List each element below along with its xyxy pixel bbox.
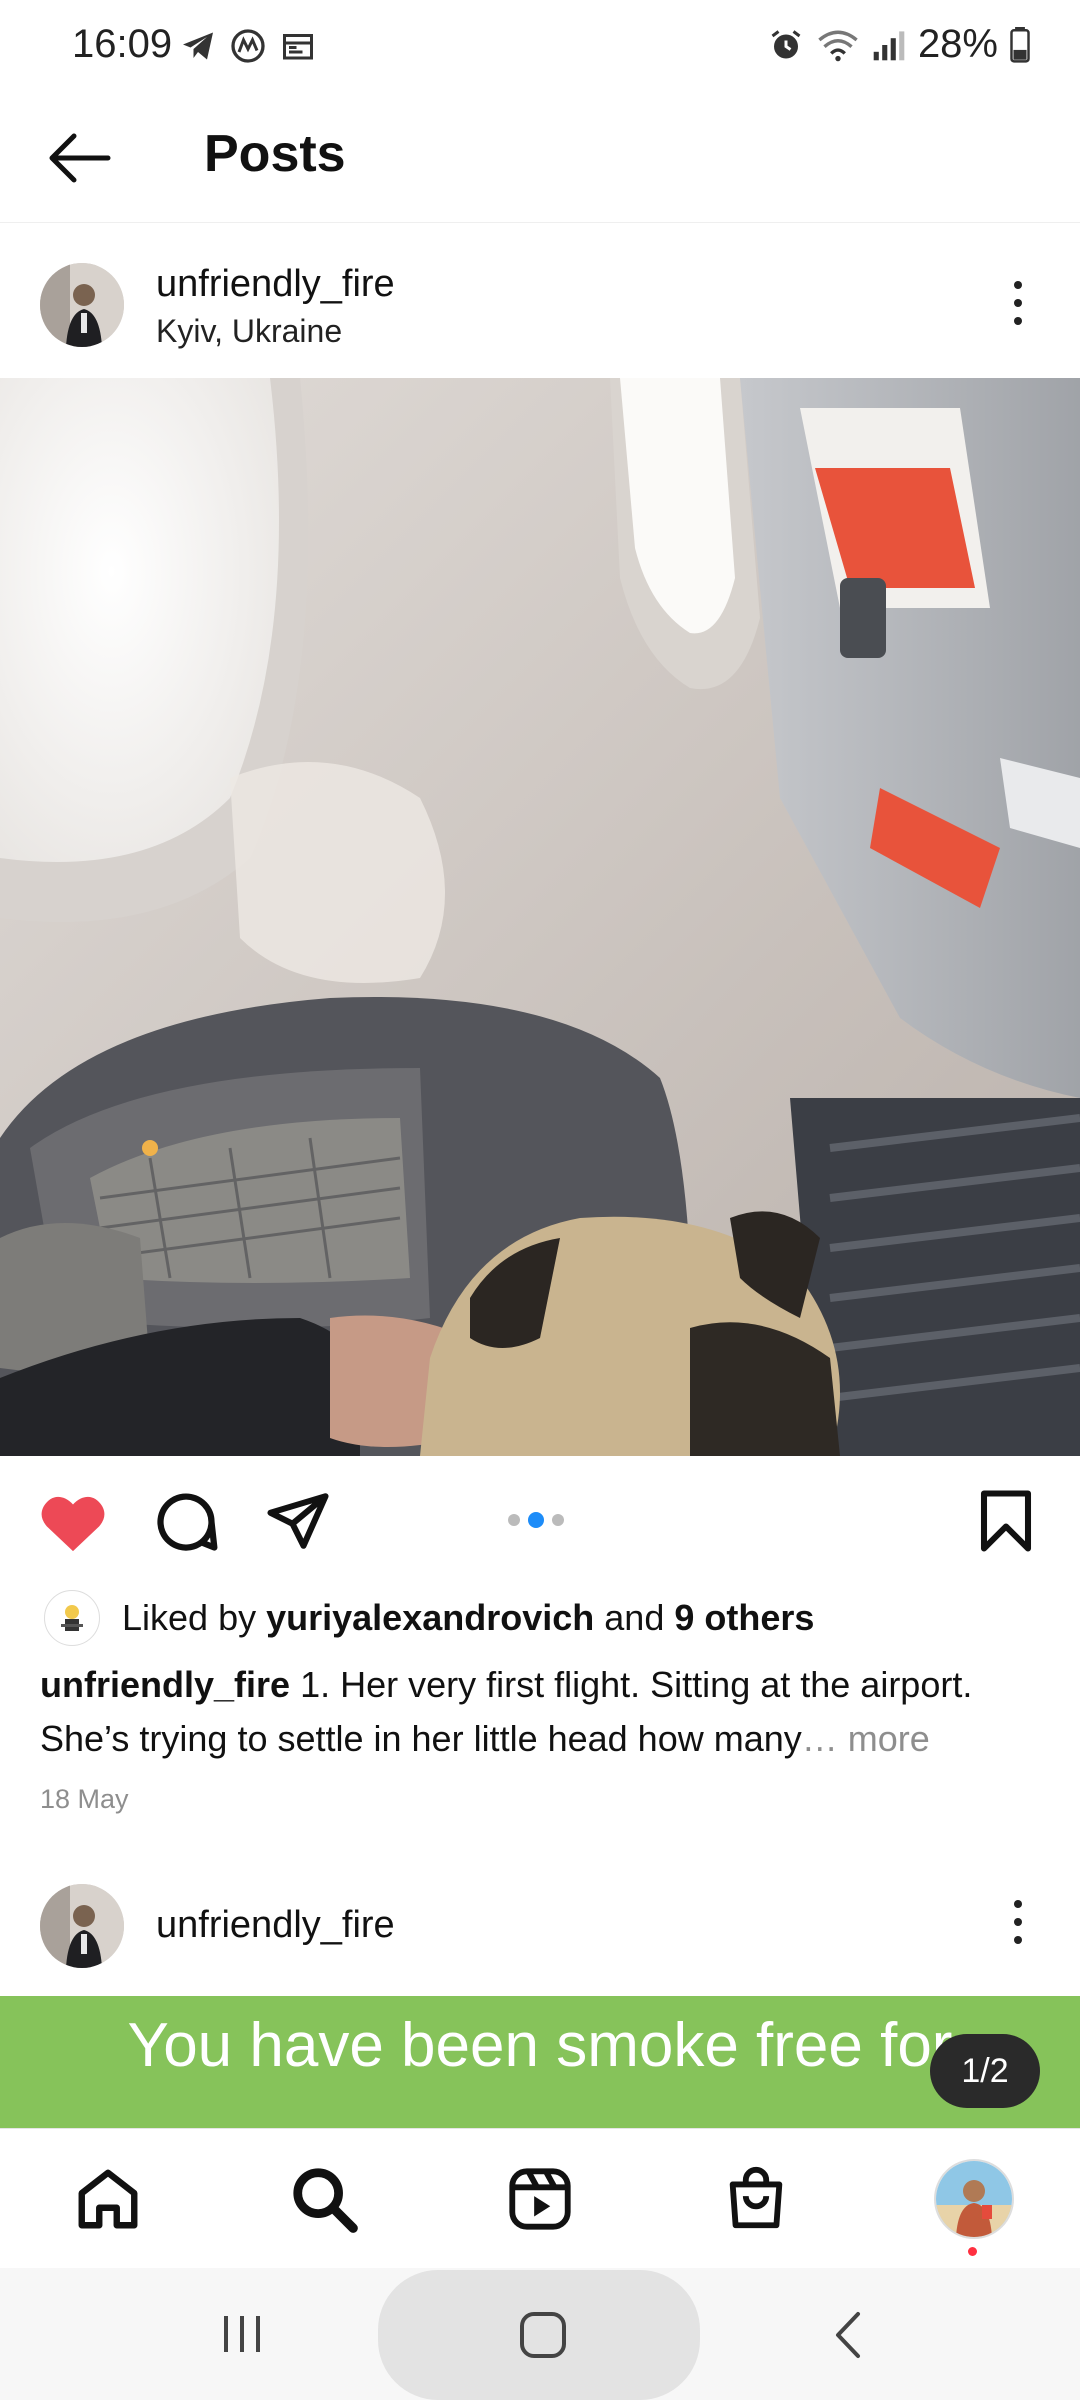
status-left-icons: [180, 28, 316, 64]
banner-counter[interactable]: 1/2: [930, 2034, 1040, 2108]
system-back-icon[interactable]: [830, 2310, 866, 2360]
home-button-icon[interactable]: [518, 2310, 568, 2360]
search-icon[interactable]: [284, 2159, 364, 2239]
avatar[interactable]: [40, 1884, 124, 1968]
bottom-navigation: [0, 2128, 1080, 2269]
next-post-header: unfriendly_fire: [0, 1872, 1080, 1996]
post-caption[interactable]: unfriendly_fire 1. Her very first flight…: [40, 1658, 1070, 1766]
more-options-icon[interactable]: [1011, 1900, 1025, 1944]
share-send-icon[interactable]: [264, 1488, 332, 1554]
pager-dot-active: [528, 1512, 544, 1528]
profile-avatar[interactable]: [934, 2159, 1014, 2239]
calendar-icon: [283, 34, 313, 60]
reels-icon[interactable]: [500, 2159, 580, 2239]
notification-dot: [968, 2247, 977, 2256]
back-arrow-icon[interactable]: [44, 128, 114, 188]
status-bar: 16:09 28%: [0, 0, 1080, 92]
recent-apps-icon[interactable]: [220, 2312, 264, 2356]
page-title: Posts: [204, 125, 346, 183]
top-app-bar: Posts: [0, 92, 1080, 222]
banner-text: You have been smoke free for: [127, 2011, 953, 2080]
liker-avatar[interactable]: [44, 1590, 100, 1646]
caption-more-link[interactable]: more: [848, 1718, 930, 1759]
more-options-icon[interactable]: [1011, 281, 1025, 325]
battery-icon: [1010, 26, 1030, 63]
alarm-icon: [771, 29, 801, 58]
home-icon[interactable]: [68, 2159, 148, 2239]
signal-icon: [873, 30, 905, 60]
likes-text[interactable]: Liked by yuriyalexandrovich and 9 others: [122, 1597, 814, 1639]
post-photo[interactable]: [0, 378, 1080, 1456]
liked-others[interactable]: 9 others: [674, 1597, 814, 1638]
comment-icon[interactable]: [152, 1488, 220, 1556]
caption-username[interactable]: unfriendly_fire: [40, 1664, 290, 1705]
pager-dot: [508, 1514, 520, 1526]
post-location[interactable]: Kyiv, Ukraine: [156, 313, 342, 350]
battery-percent: 28%: [917, 22, 998, 66]
liked-prefix: Liked by: [122, 1597, 257, 1638]
pager-dot: [552, 1514, 564, 1526]
status-time: 16:09: [72, 22, 173, 66]
telegram-icon: [183, 32, 213, 60]
system-navigation-bar: [0, 2268, 1080, 2400]
like-heart-icon[interactable]: [38, 1490, 108, 1554]
wifi-icon: [818, 30, 858, 61]
post-date: 18 May: [40, 1784, 129, 1814]
next-post-username[interactable]: unfriendly_fire: [156, 1904, 395, 1947]
carousel-pager: [508, 1512, 564, 1528]
save-bookmark-icon[interactable]: [978, 1488, 1034, 1554]
coinmarket-icon: [231, 29, 265, 63]
liked-user[interactable]: yuriyalexandrovich: [266, 1597, 594, 1638]
likes-row[interactable]: Liked by yuriyalexandrovich and 9 others: [44, 1590, 1044, 1646]
avatar[interactable]: [40, 263, 124, 347]
status-right: 28%: [768, 22, 1030, 67]
caption-ellipsis: …: [801, 1718, 838, 1759]
post-username[interactable]: unfriendly_fire: [156, 263, 395, 306]
airplane-cabin-dog-image: [0, 378, 1080, 1456]
post-header: unfriendly_fire Kyiv, Ukraine: [0, 222, 1080, 379]
liked-and: and: [604, 1597, 665, 1638]
shop-icon[interactable]: [716, 2159, 796, 2239]
smoke-free-banner[interactable]: You have been smoke free for 1/2: [0, 1996, 1080, 2128]
post-action-bar: [0, 1456, 1080, 1586]
